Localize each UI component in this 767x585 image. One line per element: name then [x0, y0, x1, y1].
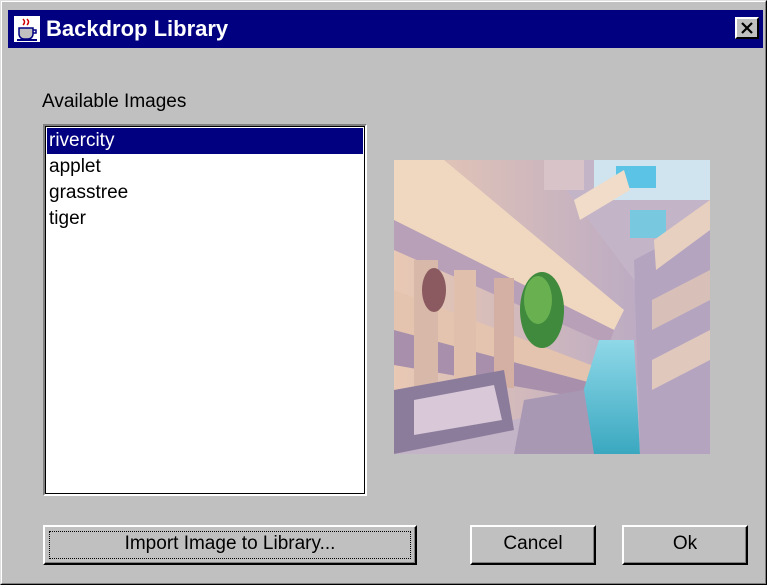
available-images-label: Available Images — [42, 91, 187, 112]
window-title: Backdrop Library — [46, 16, 229, 41]
focus-ring — [49, 531, 411, 559]
import-image-button[interactable]: Import Image to Library... — [43, 525, 417, 565]
available-images-list[interactable]: rivercity applet grasstree tiger — [43, 124, 367, 496]
ok-button[interactable]: Ok — [622, 525, 748, 565]
close-icon — [741, 22, 753, 34]
list-item-grasstree[interactable]: grasstree — [47, 180, 363, 206]
list-items: rivercity applet grasstree tiger — [47, 128, 363, 232]
list-item-applet[interactable]: applet — [47, 154, 363, 180]
backdrop-library-dialog: Backdrop Library Available Images riverc… — [0, 0, 767, 585]
cancel-button[interactable]: Cancel — [470, 525, 596, 565]
close-button[interactable] — [735, 17, 759, 39]
list-item-rivercity[interactable]: rivercity — [47, 128, 363, 154]
title-bar[interactable]: Backdrop Library — [8, 10, 763, 48]
backdrop-preview-image — [394, 160, 710, 454]
list-item-tiger[interactable]: tiger — [47, 206, 363, 232]
dialog-frame: Backdrop Library Available Images riverc… — [1, 1, 766, 584]
java-cup-icon — [14, 16, 40, 42]
